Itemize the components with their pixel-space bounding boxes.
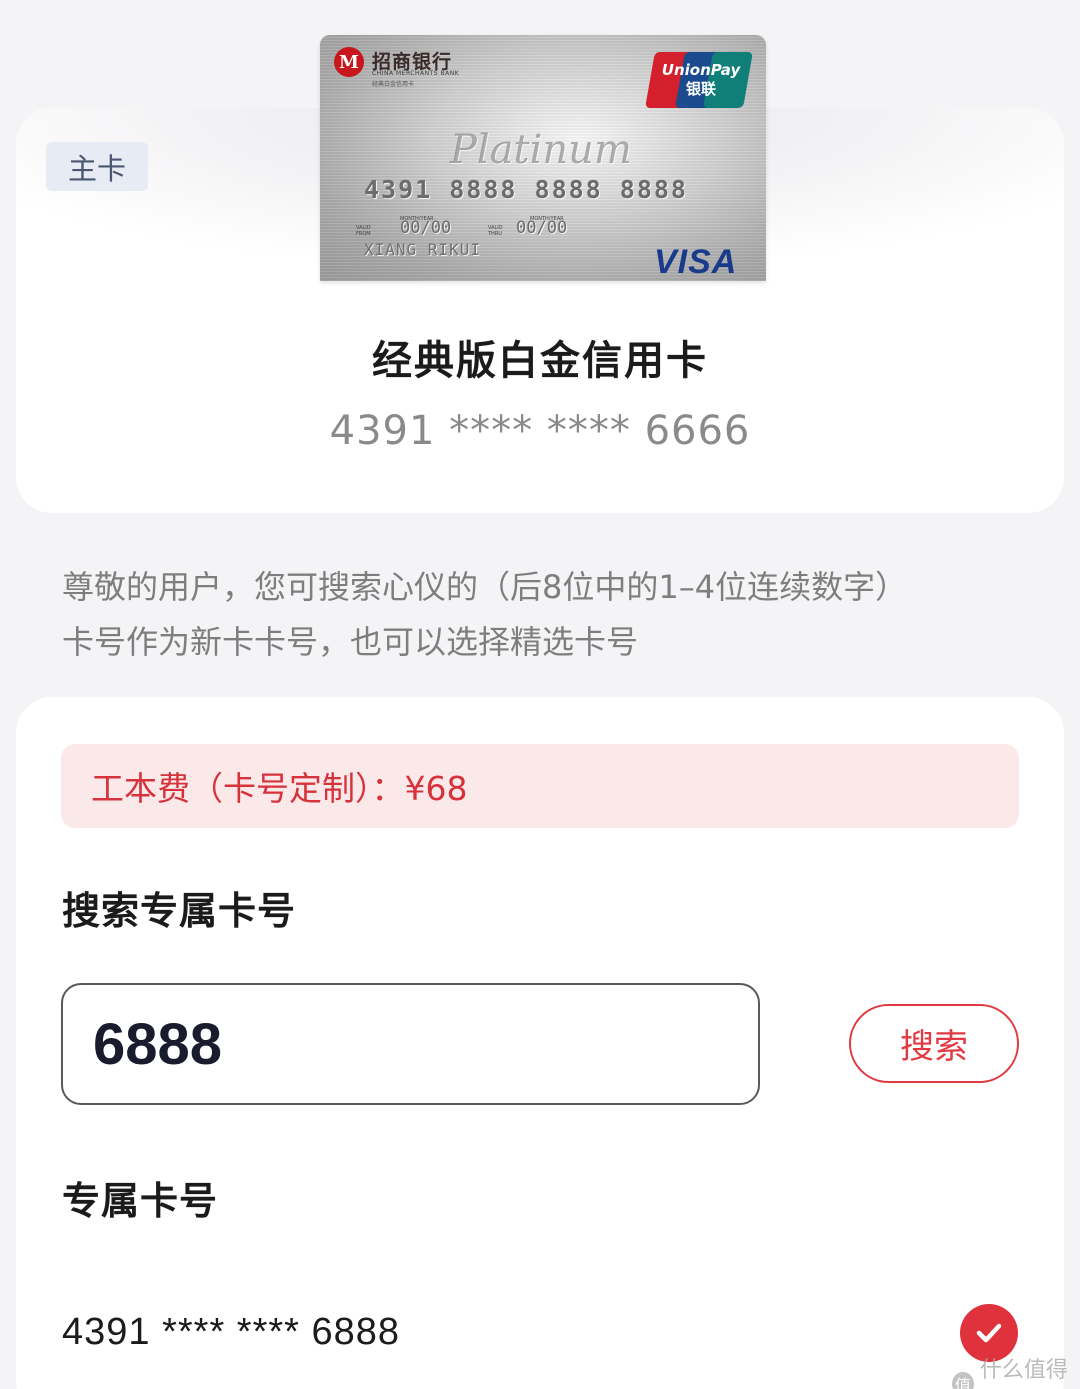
card-number-search-input[interactable] bbox=[61, 983, 760, 1105]
primary-card-badge: 主卡 bbox=[46, 142, 148, 191]
card-masked-number: 4391 **** **** 6666 bbox=[329, 408, 751, 454]
notice-line-1: 尊敬的用户，您可搜索心仪的（后8位中的1–4位连续数字） bbox=[62, 568, 908, 606]
unionpay-logo-text-cn: 银联 bbox=[685, 80, 716, 98]
notice-line-2: 卡号作为新卡卡号，也可以选择精选卡号 bbox=[62, 623, 639, 661]
notice-text: 尊敬的用户，您可搜索心仪的（后8位中的1–4位连续数字） 卡号作为新卡卡号，也可… bbox=[62, 560, 1022, 670]
credit-card-image: M 招商银行 CHINA MERCHANTS BANK 经典白金信用卡 Unio… bbox=[320, 35, 766, 281]
card-bank-name-en: CHINA MERCHANTS BANK bbox=[372, 70, 460, 77]
card-number-selection-panel: 工本费（卡号定制）：¥68 搜索专属卡号 搜索 专属卡号 4391 **** *… bbox=[16, 697, 1064, 1389]
watermark: 值 什么值得买 bbox=[952, 1352, 1080, 1389]
search-button[interactable]: 搜索 bbox=[849, 1004, 1019, 1083]
card-bank-subtitle: 经典白金信用卡 bbox=[372, 81, 415, 88]
unionpay-logo-icon: UnionPay 银联 bbox=[645, 52, 753, 108]
visa-logo-icon: VISA bbox=[654, 243, 738, 281]
card-product-name: 经典版白金信用卡 bbox=[372, 338, 708, 384]
card-tier-text: Platinum bbox=[450, 127, 632, 173]
watermark-text: 什么值得买 bbox=[979, 1358, 1068, 1383]
watermark-logo-icon: 值 bbox=[952, 1372, 974, 1389]
card-valid-thru: 00/00 bbox=[516, 218, 568, 238]
search-section-title: 搜索专属卡号 bbox=[62, 889, 297, 933]
exclusive-number-value: 4391 **** **** 6888 bbox=[62, 1311, 401, 1353]
unionpay-logo-text: UnionPay bbox=[661, 61, 741, 79]
bank-logo-icon: M bbox=[334, 47, 364, 77]
card-holder-name: XIANG RIKUI bbox=[364, 240, 481, 259]
exclusive-number-row[interactable]: 4391 **** **** 6888 bbox=[16, 1297, 1064, 1377]
card-valid-from: 00/00 bbox=[400, 218, 452, 238]
exclusive-section-title: 专属卡号 bbox=[62, 1179, 219, 1223]
card-valid-from-label: VALID FROM bbox=[356, 225, 371, 237]
card-embossed-number: 4391 8888 8888 8888 bbox=[364, 175, 688, 204]
fee-banner: 工本费（卡号定制）：¥68 bbox=[61, 744, 1019, 828]
card-valid-thru-label: VALID THRU bbox=[488, 225, 503, 237]
